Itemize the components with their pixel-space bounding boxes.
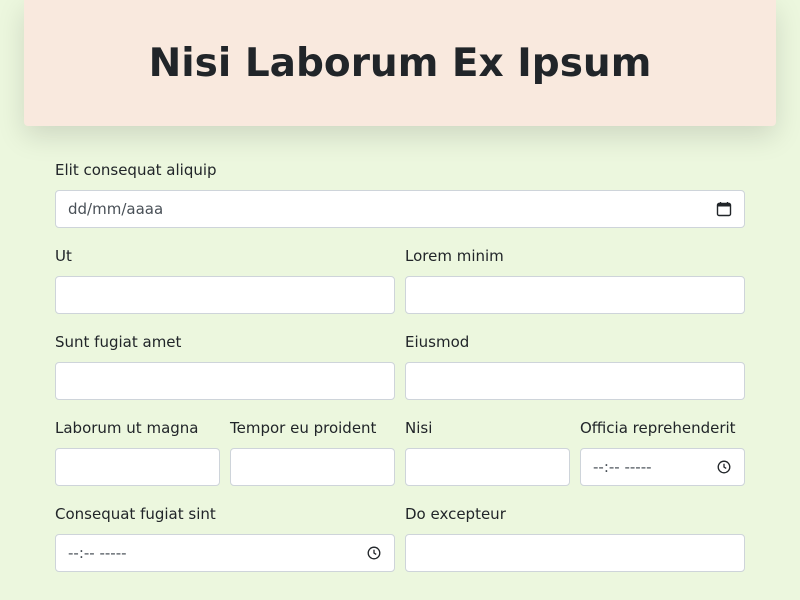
sunt-fugiat-amet-input[interactable] xyxy=(55,362,395,400)
laborum-ut-magna-input[interactable] xyxy=(55,448,220,486)
eiusmod-input[interactable] xyxy=(405,362,745,400)
officia-reprehenderit-time-input[interactable]: --:-- ----- xyxy=(580,448,745,486)
do-excepteur-input[interactable] xyxy=(405,534,745,572)
tempor-eu-proident-input[interactable] xyxy=(230,448,395,486)
officia-reprehenderit-label: Officia reprehenderit xyxy=(580,419,736,437)
clock-icon[interactable] xyxy=(366,545,382,561)
date-input[interactable]: dd/mm/aaaa xyxy=(55,190,745,228)
sunt-fugiat-amet-label: Sunt fugiat amet xyxy=(55,333,182,351)
calendar-icon[interactable] xyxy=(716,201,732,217)
officia-reprehenderit-placeholder: --:-- ----- xyxy=(593,458,652,476)
do-excepteur-label: Do excepteur xyxy=(405,505,506,523)
laborum-ut-magna-label: Laborum ut magna xyxy=(55,419,199,437)
lorem-minim-label: Lorem minim xyxy=(405,247,504,265)
ut-label: Ut xyxy=(55,247,72,265)
clock-icon[interactable] xyxy=(716,459,732,475)
nisi-label: Nisi xyxy=(405,419,433,437)
page-header: Nisi Laborum Ex Ipsum xyxy=(24,0,776,126)
tempor-eu-proident-label: Tempor eu proident xyxy=(230,419,377,437)
ut-input[interactable] xyxy=(55,276,395,314)
nisi-input[interactable] xyxy=(405,448,570,486)
lorem-minim-input[interactable] xyxy=(405,276,745,314)
date-input-placeholder: dd/mm/aaaa xyxy=(68,200,164,218)
eiusmod-label: Eiusmod xyxy=(405,333,470,351)
consequat-fugiat-sint-time-input[interactable]: --:-- ----- xyxy=(55,534,395,572)
date-field-label: Elit consequat aliquip xyxy=(55,161,217,179)
page-title: Nisi Laborum Ex Ipsum xyxy=(148,40,652,86)
consequat-fugiat-sint-label: Consequat fugiat sint xyxy=(55,505,216,523)
consequat-fugiat-sint-placeholder: --:-- ----- xyxy=(68,544,127,562)
